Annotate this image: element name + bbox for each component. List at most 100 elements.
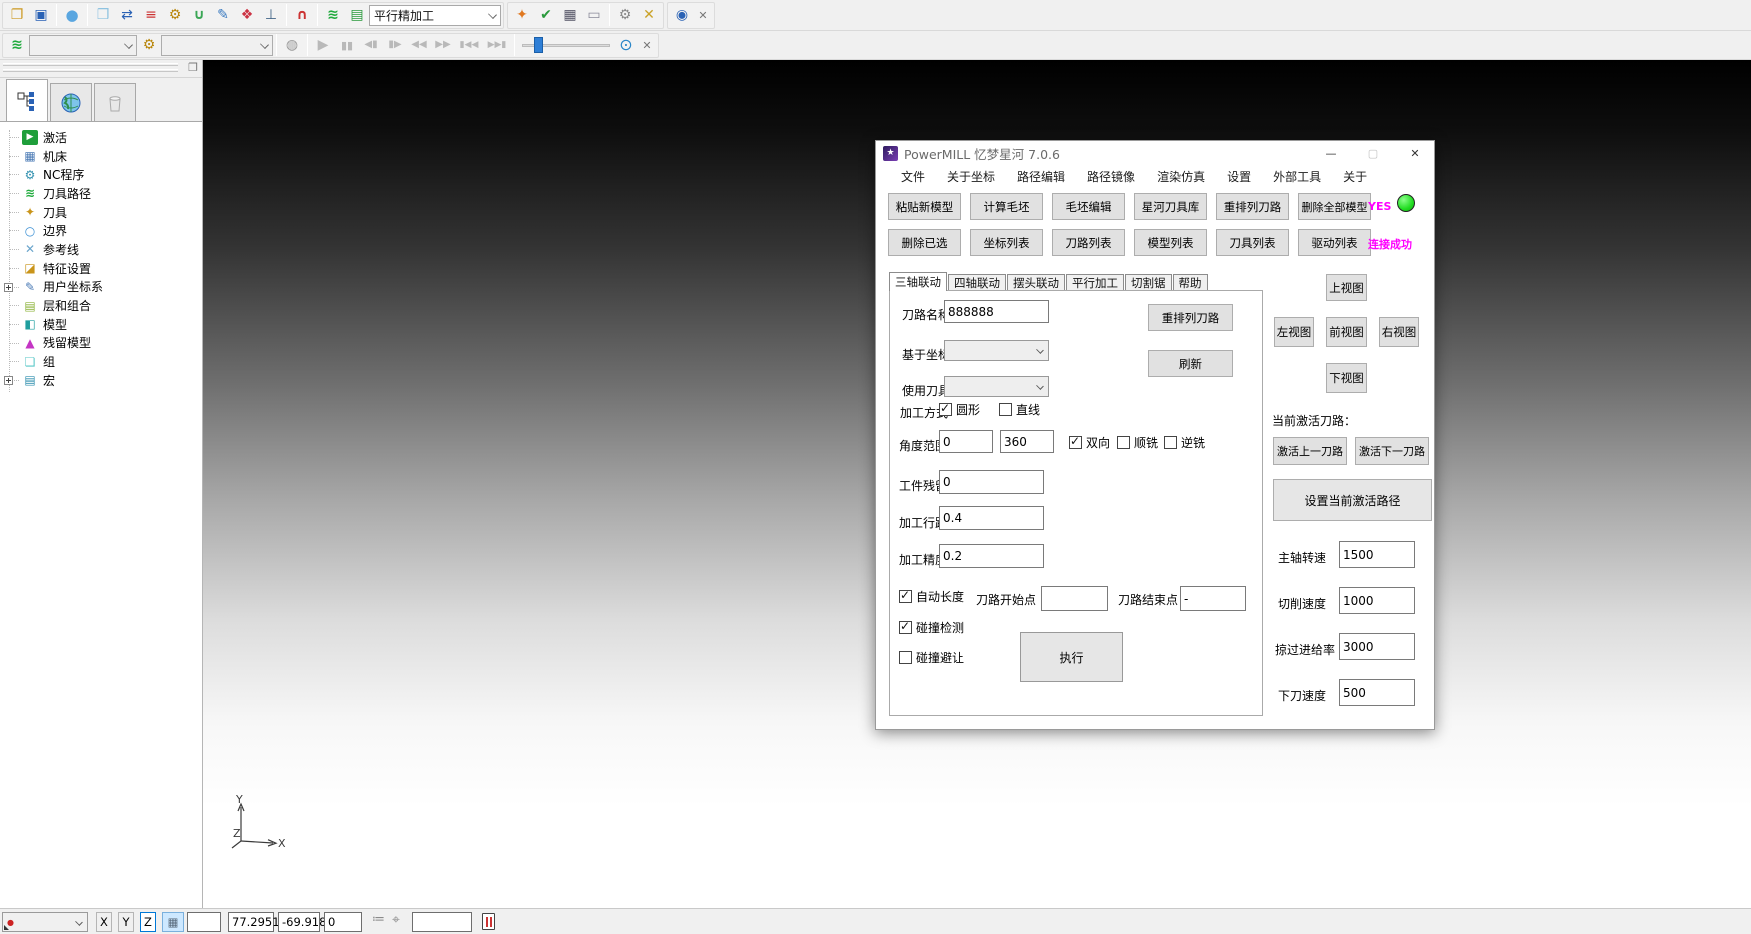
- activate-next-toolpath-button[interactable]: 激活下一刀路: [1355, 437, 1429, 465]
- rearrange-toolpaths-button[interactable]: 重排列刀路: [1216, 193, 1289, 220]
- paste-new-model-button[interactable]: 粘贴新模型: [888, 193, 961, 220]
- coord-list-button[interactable]: 坐标列表: [970, 229, 1043, 256]
- menu-about-coords[interactable]: 关于坐标: [936, 166, 1006, 187]
- close-toolbar-icon[interactable]: ✕: [638, 34, 656, 57]
- tree-item-stock-models[interactable]: ▲ 残留模型: [0, 334, 202, 353]
- front-view-button[interactable]: 前视图: [1326, 317, 1367, 347]
- drive-list-button[interactable]: 驱动列表: [1298, 229, 1371, 256]
- tab-help[interactable]: 帮助: [1173, 274, 1208, 291]
- tab-3axis[interactable]: 三轴联动: [889, 272, 947, 291]
- maximize-button[interactable]: ▢: [1356, 141, 1390, 165]
- boundary-icon[interactable]: ∪: [187, 4, 211, 27]
- tree-item-boundaries[interactable]: ○ 边界: [0, 221, 202, 240]
- tree-item-macros[interactable]: ▤ 宏: [0, 371, 202, 390]
- tab-parallel[interactable]: 平行加工: [1066, 274, 1124, 291]
- menu-settings[interactable]: 设置: [1216, 166, 1262, 187]
- tool-pair-icon[interactable]: ⚙: [613, 4, 637, 27]
- tool-icon[interactable]: ⚙: [137, 34, 161, 57]
- mirror-icon[interactable]: ✕: [637, 4, 661, 27]
- pattern-icon[interactable]: ✎: [211, 4, 235, 27]
- tab-explorer-globe[interactable]: [50, 83, 92, 121]
- plunge-feed-input[interactable]: [1339, 679, 1415, 706]
- circle-checkbox[interactable]: 圆形: [939, 401, 980, 418]
- tool-combobox[interactable]: [161, 35, 273, 56]
- stepover-input[interactable]: [939, 506, 1044, 530]
- save-project-icon[interactable]: ▣: [29, 4, 53, 27]
- tab-4axis[interactable]: 四轴联动: [948, 274, 1006, 291]
- bottom-view-button[interactable]: 下视图: [1326, 363, 1367, 393]
- tree-item-workplanes[interactable]: ✎ 用户坐标系: [0, 278, 202, 297]
- set-active-path-button[interactable]: 设置当前激活路径: [1273, 479, 1432, 521]
- panel-grip[interactable]: [3, 69, 178, 72]
- lamp-icon[interactable]: ◍: [280, 34, 304, 57]
- axis-x-button[interactable]: X: [96, 912, 112, 932]
- tolerance-input[interactable]: [939, 544, 1044, 568]
- tab-head-tilt[interactable]: 摆头联动: [1007, 274, 1065, 291]
- points-icon[interactable]: ❖: [235, 4, 259, 27]
- delete-selected-button[interactable]: 删除已选: [888, 229, 961, 256]
- climb-checkbox[interactable]: 顺铣: [1117, 434, 1158, 451]
- binoculars-icon[interactable]: ◉: [670, 4, 694, 27]
- rapid-moves-icon[interactable]: ⇄: [115, 4, 139, 27]
- fast-forward-icon[interactable]: ▶▶: [431, 34, 455, 57]
- block-icon[interactable]: ❒: [91, 4, 115, 27]
- probe-icon[interactable]: ⌖: [392, 912, 400, 932]
- tree-item-feature-sets[interactable]: ◪ 特征设置: [0, 259, 202, 278]
- tool-icon[interactable]: ⚙: [163, 4, 187, 27]
- top-view-button[interactable]: 上视图: [1326, 274, 1367, 301]
- line-checkbox[interactable]: 直线: [999, 401, 1040, 418]
- menu-file[interactable]: 文件: [890, 166, 936, 187]
- minimize-button[interactable]: —: [1314, 141, 1348, 165]
- collision-avoid-checkbox[interactable]: 碰撞避让: [899, 649, 964, 666]
- go-to-start-icon[interactable]: ▮◀◀: [455, 34, 483, 57]
- xyz-list-icon[interactable]: ≔: [372, 912, 385, 932]
- angle-end-input[interactable]: [1000, 430, 1054, 453]
- menu-path-mirror[interactable]: 路径镜像: [1076, 166, 1146, 187]
- tree-item-models[interactable]: ◧ 模型: [0, 315, 202, 334]
- tool-list-button[interactable]: 刀具列表: [1216, 229, 1289, 256]
- toolpath-icon[interactable]: ≋: [5, 34, 29, 57]
- tab-saw[interactable]: 切割锯: [1125, 274, 1172, 291]
- toolholder-icon[interactable]: ⊥: [259, 4, 283, 27]
- activate-prev-toolpath-button[interactable]: 激活上一刀路: [1273, 437, 1347, 465]
- end-point-input[interactable]: [1180, 586, 1246, 611]
- model-list-button[interactable]: 模型列表: [1134, 229, 1207, 256]
- pause-icon[interactable]: ▮▮: [335, 34, 359, 57]
- toolpath-icon[interactable]: ≋: [321, 4, 345, 27]
- feed-rate-icon[interactable]: ≡: [139, 4, 163, 27]
- calc-block-button[interactable]: 计算毛坯: [970, 193, 1043, 220]
- axis-z-button[interactable]: Z: [140, 912, 156, 932]
- auto-length-checkbox[interactable]: 自动长度: [899, 588, 964, 605]
- right-view-button[interactable]: 右视图: [1379, 317, 1419, 347]
- print-preview-icon[interactable]: ●: [60, 4, 84, 27]
- collision-check-checkbox[interactable]: 碰撞检测: [899, 619, 964, 636]
- execute-button[interactable]: 执行: [1020, 632, 1123, 682]
- rewind-icon[interactable]: ◀◀: [407, 34, 431, 57]
- calculator-icon[interactable]: ▦: [558, 4, 582, 27]
- statusbar-combobox[interactable]: ●: [2, 912, 88, 932]
- expand-icon[interactable]: [4, 283, 13, 292]
- delete-all-models-button[interactable]: 删除全部模型: [1298, 193, 1371, 220]
- go-to-end-icon[interactable]: ▶▶▮: [483, 34, 511, 57]
- tree-item-nc-programs[interactable]: ⚙ NC程序: [0, 165, 202, 184]
- cutting-feed-input[interactable]: [1339, 587, 1415, 614]
- tree-item-tools[interactable]: ✦ 刀具: [0, 203, 202, 222]
- menu-about[interactable]: 关于: [1332, 166, 1378, 187]
- conventional-checkbox[interactable]: 逆铣: [1164, 434, 1205, 451]
- bidirectional-checkbox[interactable]: 双向: [1069, 434, 1110, 451]
- panel-grip[interactable]: [3, 63, 178, 66]
- clock-icon[interactable]: ⊙: [614, 34, 638, 57]
- refresh-button[interactable]: 刷新: [1148, 350, 1233, 377]
- strategy-combobox[interactable]: 平行精加工: [369, 5, 501, 26]
- clipboard-icon[interactable]: [482, 913, 495, 930]
- toolpath-list-button[interactable]: 刀路列表: [1052, 229, 1125, 256]
- tree-item-levels-sets[interactable]: ▤ 层和组合: [0, 296, 202, 315]
- close-toolbar-icon[interactable]: ✕: [694, 4, 712, 27]
- close-button[interactable]: ✕: [1398, 141, 1432, 165]
- toolpath-name-input[interactable]: [944, 300, 1049, 323]
- block-edit-button[interactable]: 毛坯编辑: [1052, 193, 1125, 220]
- play-icon[interactable]: ▶: [311, 34, 335, 57]
- left-view-button[interactable]: 左视图: [1274, 317, 1314, 347]
- tree-item-patterns[interactable]: ✕ 参考线: [0, 240, 202, 259]
- menu-render-sim[interactable]: 渲染仿真: [1146, 166, 1216, 187]
